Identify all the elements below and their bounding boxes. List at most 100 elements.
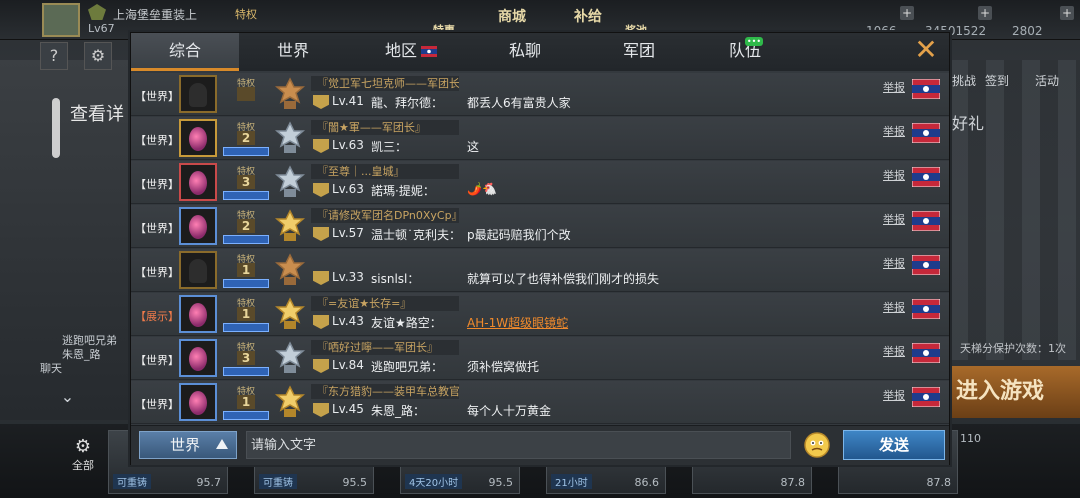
tank-value: 95.5 (488, 476, 514, 489)
sender-level: Lv.57 (332, 226, 364, 240)
level-shield-icon (313, 95, 329, 109)
region-flag-icon (912, 211, 940, 231)
view-details-text[interactable]: 查看详 (70, 100, 124, 126)
sender-avatar[interactable] (179, 207, 217, 245)
mini-chat-preview[interactable]: 逃跑吧兄弟 朱恩_路 聊天 (40, 334, 135, 380)
tank-tag: 可重铸 (259, 474, 297, 489)
tank-value: 86.6 (634, 476, 660, 489)
garage-backdrop (950, 60, 1080, 360)
message-item-link[interactable]: AH-1W超级眼镜蛇 (467, 314, 568, 331)
message-text: 须补偿窝做托 (467, 360, 540, 374)
channel-select[interactable]: 世界 (139, 431, 237, 459)
chat-tabs: 综合 世界 地区 私聊 军团 队伍 ••• ✕ (131, 33, 949, 71)
chat-message-row[interactable]: 【世界】 特权 1 『东方猎豹——装甲车总教官』 Lv.45 朱恩_路： 每个人十万黄金 举报 (131, 381, 949, 424)
message-channel: 【世界】 (135, 90, 179, 103)
message-text: p最起码赔我们个改 (467, 228, 571, 242)
menu-supply[interactable]: 补给 (574, 6, 602, 26)
sender-avatar[interactable] (179, 251, 217, 289)
chat-message-row[interactable]: 【世界】 特权 2 『请修改军团名DPn0XyCp』 Lv.57 温士顿˙克利夫： p最起码… (131, 205, 949, 248)
tab-private[interactable]: 私聊 (471, 33, 579, 71)
help-icon[interactable]: ? (40, 42, 68, 70)
vip-badge: 特权 (221, 76, 271, 114)
avatar-face (189, 391, 207, 415)
level-shield-icon (313, 227, 329, 241)
chat-text-input[interactable] (246, 431, 791, 459)
challenge-label[interactable]: 挑战 (952, 72, 976, 89)
tab-world[interactable]: 世界 (239, 33, 347, 71)
all-filter-button[interactable]: ⚙ 全部 (62, 436, 104, 480)
close-icon[interactable]: ✕ (913, 36, 939, 64)
sender-avatar[interactable] (179, 295, 217, 333)
caret-up-icon (216, 439, 228, 449)
activity-label[interactable]: 活动 (1035, 72, 1059, 89)
emoji-icon[interactable] (803, 431, 831, 459)
vip-ribbon (223, 235, 269, 244)
sender-level: Lv.84 (332, 358, 364, 372)
player-name: 上海堡垒重装上 (113, 8, 198, 22)
tank-tag: 可重铸 (113, 474, 151, 489)
sender-level: Lv.43 (332, 314, 364, 328)
vip-level-number: 3 (237, 351, 255, 365)
message-list[interactable]: 【世界】 特权 『觉卫军七坦克师——军团长』 Lv.41 龍、拜尔德： 都丢人6有富贵人家… (131, 73, 949, 455)
tab-legion[interactable]: 军团 (585, 33, 693, 71)
add-gold-button[interactable]: + (1060, 6, 1074, 20)
tank-value: 95.5 (342, 476, 368, 489)
tab-label: 综合 (168, 41, 201, 60)
message-text: 就算可以了也得补偿我们刚才的损失 (467, 272, 660, 286)
settings-gear-icon[interactable]: ⚙ (84, 42, 112, 70)
chevron-down-icon[interactable]: ⌄ (40, 387, 95, 417)
sender-name[interactable]: 凯三： (371, 138, 407, 155)
sender-avatar[interactable] (179, 75, 217, 113)
chat-message-row[interactable]: 【世界】 特权 1 Lv.33 sisnlsl： 就算可以了也得补偿我们刚才的损失 举报 (131, 249, 949, 292)
level-shield-icon (313, 139, 329, 153)
add-silver-button[interactable]: + (978, 6, 992, 20)
chat-message-row[interactable]: 【世界】 特权 2 『闇★軍——军团长』 Lv.63 凯三： 这 举报 (131, 117, 949, 160)
checkin-label[interactable]: 签到 (985, 72, 1009, 89)
channel-select-value: 世界 (170, 436, 201, 454)
add-medal-button[interactable]: + (900, 6, 914, 20)
sender-name[interactable]: 友谊★路空： (371, 314, 442, 331)
chat-message-row[interactable]: 【世界】 特权 3 『哂好过嚀——军团长』 Lv.84 逃跑吧兄弟： 须补偿窝做托 举报 (131, 337, 949, 380)
chat-message-row[interactable]: 【世界】 特权 『觉卫军七坦克师——军团长』 Lv.41 龍、拜尔德： 都丢人6有富贵人家… (131, 73, 949, 116)
report-link[interactable]: 举报 (883, 123, 905, 139)
chat-message-row[interactable]: 【世界】 特权 3 『至尊｜...皇城』 Lv.63 諾瑪·提妮： 🌶️🐔 举报 (131, 161, 949, 204)
sender-name[interactable]: 朱恩_路： (371, 402, 425, 419)
mini-chat-line: 聊天 (40, 362, 62, 375)
vip-badge: 特权 1 (221, 252, 271, 290)
sender-name[interactable]: sisnlsl： (371, 270, 419, 287)
tab-general[interactable]: 综合 (131, 33, 239, 71)
enter-game-button[interactable]: 进入游戏 (948, 366, 1080, 418)
sender-avatar[interactable] (179, 163, 217, 201)
message-channel: 【世界】 (135, 266, 179, 279)
message-channel: 【展示】 (135, 310, 179, 323)
report-link[interactable]: 举报 (883, 255, 905, 271)
sender-name[interactable]: 温士顿˙克利夫： (371, 226, 461, 243)
sender-name[interactable]: 逃跑吧兄弟： (371, 358, 443, 375)
message-channel: 【世界】 (135, 398, 179, 411)
report-link[interactable]: 举报 (883, 167, 905, 183)
tab-region[interactable]: 地区 (357, 33, 465, 71)
level-shield-icon (313, 183, 329, 197)
vip-level-number: 1 (237, 263, 255, 277)
gift-label[interactable]: 好礼 (952, 110, 984, 134)
player-avatar[interactable] (42, 3, 80, 37)
report-link[interactable]: 举报 (883, 211, 905, 227)
chat-message-row[interactable]: 【展示】 特权 1 『=友谊★长存=』 Lv.43 友谊★路空： AH-1W超级眼镜蛇 举报 (131, 293, 949, 336)
level-shield-icon (313, 359, 329, 373)
menu-shop[interactable]: 商城 (498, 6, 526, 26)
send-button[interactable]: 发送 (843, 430, 945, 460)
report-link[interactable]: 举报 (883, 79, 905, 95)
report-link[interactable]: 举报 (883, 343, 905, 359)
sender-avatar[interactable] (179, 119, 217, 157)
sender-avatar[interactable] (179, 339, 217, 377)
sender-name[interactable]: 龍、拜尔德： (371, 94, 443, 111)
side-scroll-handle[interactable] (52, 98, 60, 158)
rank-medal-icon (274, 77, 306, 111)
avatar-face (189, 303, 207, 327)
sender-avatar[interactable] (179, 383, 217, 421)
sender-name[interactable]: 諾瑪·提妮： (371, 182, 435, 199)
report-link[interactable]: 举报 (883, 299, 905, 315)
report-link[interactable]: 举报 (883, 387, 905, 403)
message-channel: 【世界】 (135, 134, 179, 147)
player-level: Lv67 (88, 22, 115, 35)
